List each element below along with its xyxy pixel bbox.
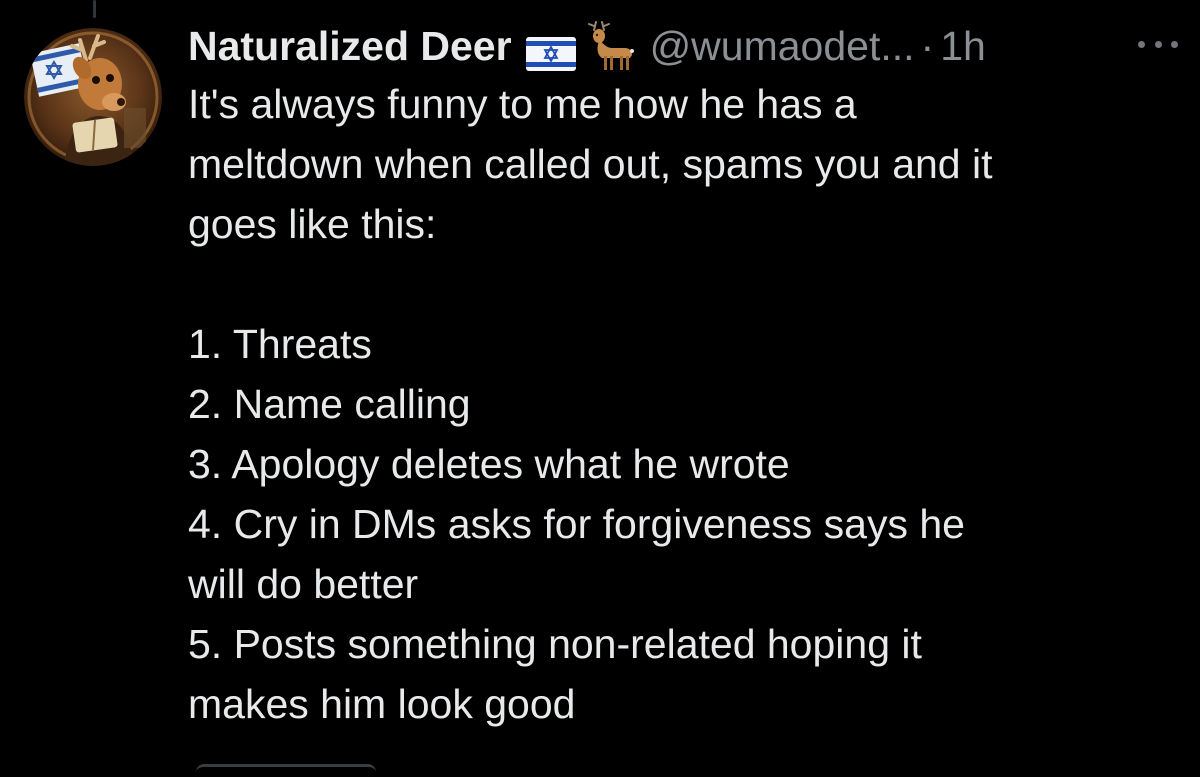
more-options-icon[interactable] — [1138, 32, 1178, 56]
list-item-continuation: makes him look good — [188, 681, 576, 727]
list-item: 2. Name calling — [188, 381, 471, 427]
timestamp[interactable]: 1h — [940, 18, 986, 74]
list-item: 3. Apology deletes what he wrote — [188, 441, 790, 487]
list-item: 5. Posts something non-related hoping it — [188, 621, 922, 667]
tweet-text-line: It's always funny to me how he has a — [188, 81, 857, 127]
tweet-text-line: meltdown when called out, spams you and … — [188, 141, 993, 187]
israel-flag-icon — [525, 29, 576, 71]
list-item-continuation: will do better — [188, 561, 419, 607]
thread-connector-line — [93, 0, 96, 18]
tweet-header: Naturalized Deer @wumaodet... · 1h — [188, 18, 1178, 74]
action-bar-edge — [196, 764, 376, 777]
avatar[interactable] — [24, 28, 162, 166]
tweet-text-line: goes like this: — [188, 201, 437, 247]
display-name[interactable]: Naturalized Deer — [188, 18, 512, 74]
list-item: 1. Threats — [188, 321, 372, 367]
deer-emoji-icon — [582, 18, 638, 74]
list-item: 4. Cry in DMs asks for forgiveness says … — [188, 501, 965, 547]
tweet: Naturalized Deer @wumaodet... · 1h It's … — [188, 18, 1178, 734]
tweet-text: It's always funny to me how he has a mel… — [188, 74, 1178, 734]
user-handle[interactable]: @wumaodet... — [650, 18, 915, 74]
avatar-deer-illustration — [24, 28, 162, 166]
separator-dot: · — [920, 23, 935, 69]
